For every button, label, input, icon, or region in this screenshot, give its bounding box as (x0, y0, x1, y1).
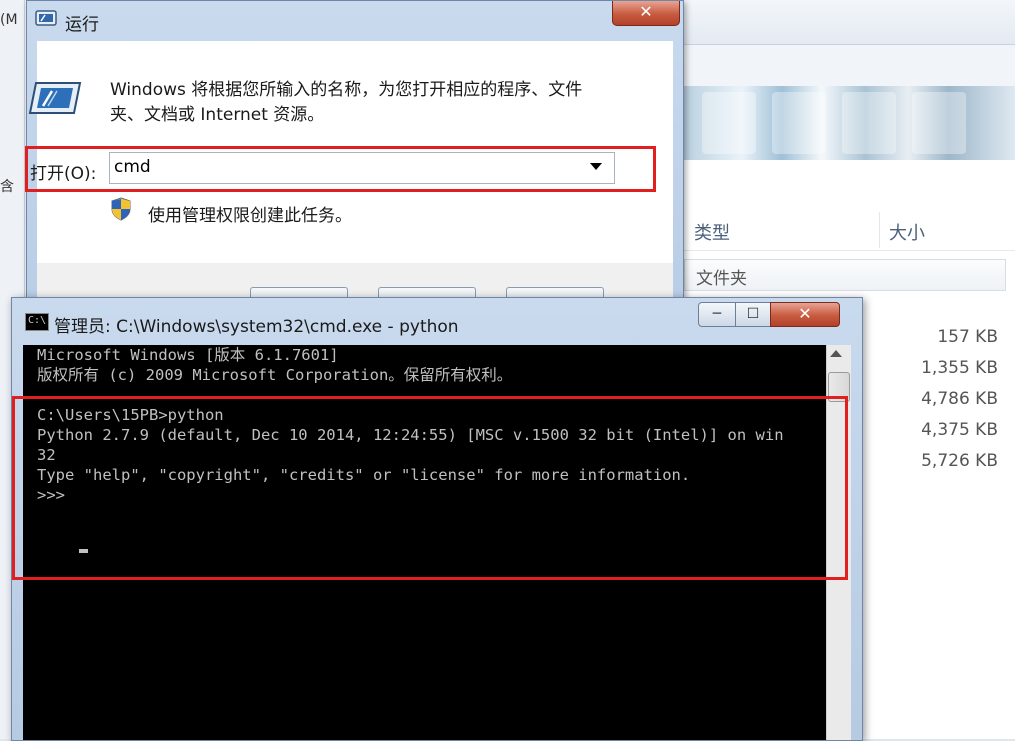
close-icon: ✕ (798, 304, 812, 323)
run-dialog-title: 运行 (65, 15, 99, 35)
column-header-type[interactable]: 类型 (694, 219, 730, 245)
annotation-highlight-box (12, 396, 848, 580)
cmd-app-icon: C:\ (25, 313, 49, 331)
run-program-icon (28, 82, 82, 114)
console-line: 版权所有 (c) 2009 Microsoft Corporation。保留所有… (37, 366, 513, 384)
annotation-highlight-box (25, 146, 656, 192)
run-description-line-1: Windows 将根据您所输入的名称，为您打开相应的程序、文件 (110, 80, 583, 100)
minimize-icon: ─ (712, 306, 722, 322)
close-button[interactable]: ✕ (770, 302, 840, 327)
admin-privilege-note: 使用管理权限创建此任务。 (148, 206, 352, 226)
column-header-size[interactable]: 大小 (889, 219, 925, 245)
strip-text-1: (M (0, 12, 18, 28)
file-size-cell: 1,355 KB (921, 358, 998, 378)
cmd-window: C:\ 管理员: C:\Windows\system32\cmd.exe - p… (11, 297, 863, 741)
uac-shield-icon (111, 197, 131, 221)
run-description-line-2: 夹、文档或 Internet 资源。 (110, 105, 325, 125)
cmd-window-title: 管理员: C:\Windows\system32\cmd.exe - pytho… (54, 317, 459, 337)
file-size-cell: 4,786 KB (921, 389, 998, 409)
maximize-icon: ☐ (746, 306, 760, 322)
file-size-cell: 4,375 KB (921, 420, 998, 440)
folder-type-cell: 文件夹 (696, 269, 747, 289)
file-size-cell: 157 KB (937, 327, 998, 347)
close-button[interactable]: ✕ (612, 1, 680, 26)
console-line: Microsoft Windows [版本 6.1.7601] (37, 346, 339, 364)
explorer-toolbar (682, 0, 1015, 45)
run-dialog-titlebar[interactable]: 运行 (27, 1, 683, 37)
cmd-icon-text: C:\ (28, 315, 47, 326)
close-icon: ✕ (639, 2, 653, 21)
file-size-cell: 5,726 KB (921, 451, 998, 471)
explorer-thumbnail-strip (682, 86, 1015, 160)
maximize-button[interactable]: ☐ (735, 302, 771, 327)
minimize-button[interactable]: ─ (698, 302, 736, 327)
scroll-up-arrow-icon[interactable] (830, 350, 842, 357)
column-divider[interactable] (879, 212, 880, 248)
strip-text-2: 含 (0, 179, 14, 195)
explorer-column-header (682, 210, 1015, 251)
run-app-icon (35, 10, 57, 26)
